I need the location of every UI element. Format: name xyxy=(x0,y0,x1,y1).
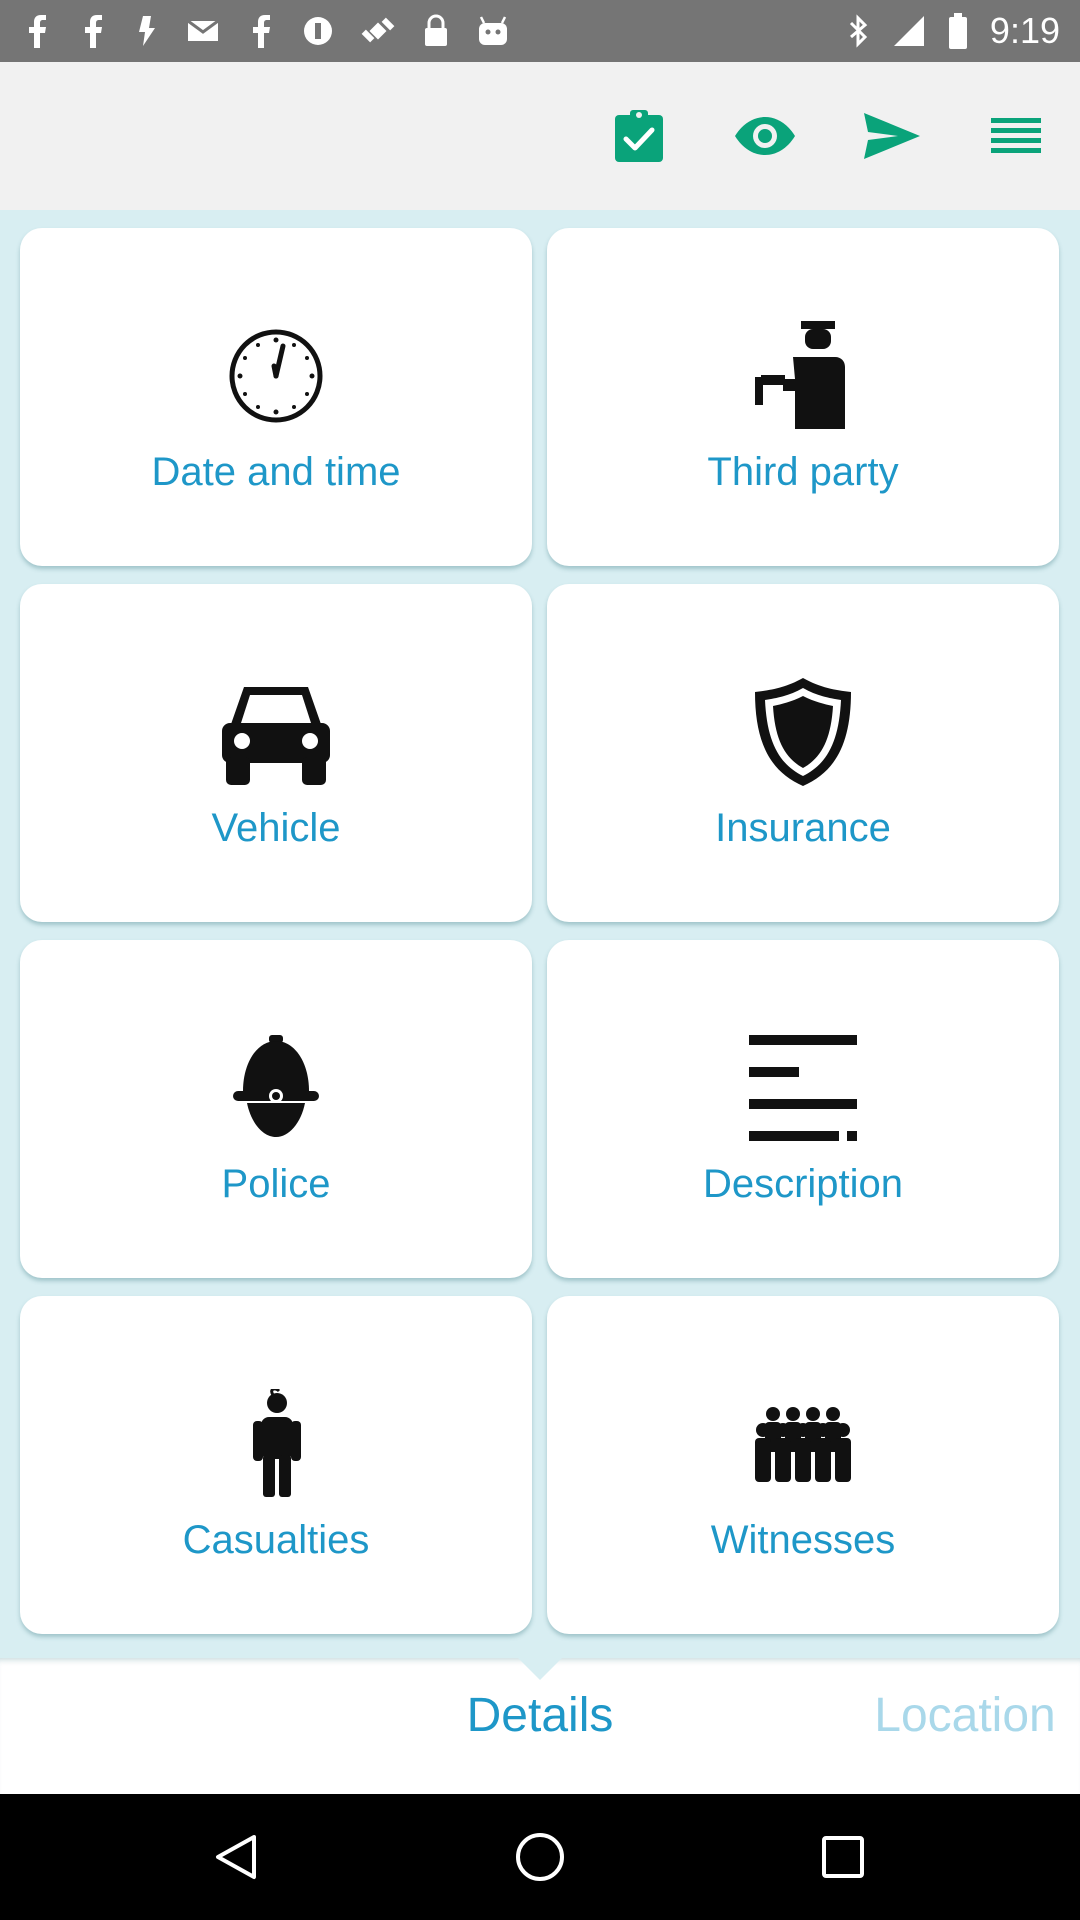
eye-icon xyxy=(735,117,795,155)
battery-icon xyxy=(948,13,967,49)
tile-label: Insurance xyxy=(715,806,891,850)
recent-apps-button[interactable] xyxy=(813,1827,873,1887)
toolbar xyxy=(0,62,1080,210)
tile-witnesses[interactable]: Witnesses xyxy=(547,1296,1059,1634)
status-icons-left xyxy=(22,0,510,62)
tile-label: Date and time xyxy=(151,450,401,494)
circle-notification-icon xyxy=(304,17,332,45)
send-button[interactable] xyxy=(860,104,924,168)
tile-label: Police xyxy=(221,1162,331,1206)
fake-gps-icon xyxy=(361,17,395,43)
facebook-icon xyxy=(85,15,102,48)
tile-casualties[interactable]: Casualties xyxy=(20,1296,532,1634)
shield-icon xyxy=(755,678,851,786)
menu-icon xyxy=(991,118,1041,153)
lock-icon xyxy=(425,14,447,46)
tile-insurance[interactable]: Insurance xyxy=(547,584,1059,922)
status-bar: 9:19 xyxy=(0,0,1080,62)
recent-apps-icon xyxy=(822,1836,864,1878)
android-icon xyxy=(479,16,507,45)
tab-location[interactable]: Location xyxy=(860,1688,1070,1743)
bluetooth-icon xyxy=(849,14,868,48)
car-icon xyxy=(222,687,330,785)
notification-icon xyxy=(139,16,155,46)
preview-button[interactable] xyxy=(733,104,797,168)
home-button[interactable] xyxy=(510,1827,570,1887)
back-button[interactable] xyxy=(206,1827,266,1887)
navigation-bar xyxy=(0,1794,1080,1920)
home-icon xyxy=(516,1833,564,1881)
tab-indicator xyxy=(516,1656,564,1680)
police-helmet-icon xyxy=(233,1035,319,1137)
tile-description[interactable]: Description xyxy=(547,940,1059,1278)
tile-label: Vehicle xyxy=(211,806,341,850)
email-icon xyxy=(187,19,219,41)
signal-icon xyxy=(893,16,924,46)
facebook-icon xyxy=(253,15,270,48)
group-icon xyxy=(755,1407,851,1482)
facebook-icon xyxy=(29,15,46,48)
tile-label: Third party xyxy=(707,450,899,494)
clipboard-check-icon xyxy=(615,110,663,162)
back-icon xyxy=(216,1835,256,1879)
menu-button[interactable] xyxy=(984,104,1048,168)
clock-icon xyxy=(229,329,323,423)
tile-date-and-time[interactable]: Date and time xyxy=(20,228,532,566)
status-icons-right: 9:19 xyxy=(846,0,1060,62)
tile-vehicle[interactable]: Vehicle xyxy=(20,584,532,922)
tile-label: Description xyxy=(702,1162,904,1206)
tabs-bar: Details Location xyxy=(0,1656,1080,1794)
tile-third-party[interactable]: Third party xyxy=(547,228,1059,566)
details-grid: Date and time Third party Vehicle Insura… xyxy=(0,210,1080,1658)
tile-label: Casualties xyxy=(182,1518,370,1562)
injured-person-icon xyxy=(253,1389,301,1497)
person-with-sign-icon xyxy=(755,321,845,429)
text-lines-icon xyxy=(749,1035,857,1141)
tile-label: Witnesses xyxy=(710,1518,896,1562)
clipboard-check-button[interactable] xyxy=(607,104,671,168)
tile-police[interactable]: Police xyxy=(20,940,532,1278)
send-icon xyxy=(864,113,920,159)
status-time: 9:19 xyxy=(989,10,1060,51)
tab-details[interactable]: Details xyxy=(440,1688,640,1743)
